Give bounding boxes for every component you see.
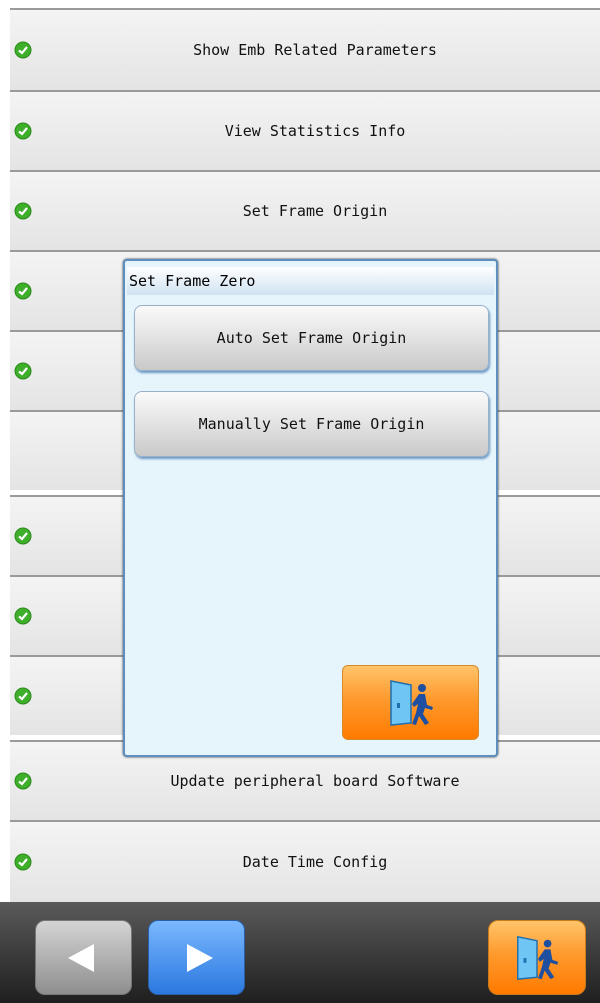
menu-item-set-frame-origin[interactable]: Set Frame Origin xyxy=(10,170,600,250)
menu-item-date-time-config[interactable]: Date Time Config xyxy=(10,820,600,902)
next-button[interactable] xyxy=(148,920,245,995)
dialog-exit-button[interactable] xyxy=(342,665,479,740)
auto-set-frame-origin-button[interactable]: Auto Set Frame Origin xyxy=(134,305,489,371)
exit-door-icon xyxy=(389,679,433,726)
menu-item-label: View Statistics Info xyxy=(224,122,406,140)
menu-item-show-emb-params[interactable]: Show Emb Related Parameters xyxy=(10,8,600,90)
set-frame-zero-dialog: Set Frame Zero Auto Set Frame Origin Man… xyxy=(123,259,498,757)
auto-set-frame-origin-label: Auto Set Frame Origin xyxy=(216,329,407,347)
manual-set-frame-origin-button[interactable]: Manually Set Frame Origin xyxy=(134,391,489,457)
exit-door-icon xyxy=(517,935,559,980)
menu-item-label: Set Frame Origin xyxy=(242,202,388,220)
menu-item-label: Show Emb Related Parameters xyxy=(193,41,437,59)
arrow-left-icon xyxy=(67,943,94,972)
menu-item-view-statistics[interactable]: View Statistics Info xyxy=(10,90,600,170)
dialog-title: Set Frame Zero xyxy=(127,267,494,295)
arrow-right-icon xyxy=(186,943,213,972)
menu-item-label: Date Time Config xyxy=(242,853,388,871)
previous-button[interactable] xyxy=(35,920,132,995)
manual-set-frame-origin-label: Manually Set Frame Origin xyxy=(198,415,425,433)
bottom-toolbar xyxy=(0,902,600,1003)
exit-button[interactable] xyxy=(488,920,586,995)
